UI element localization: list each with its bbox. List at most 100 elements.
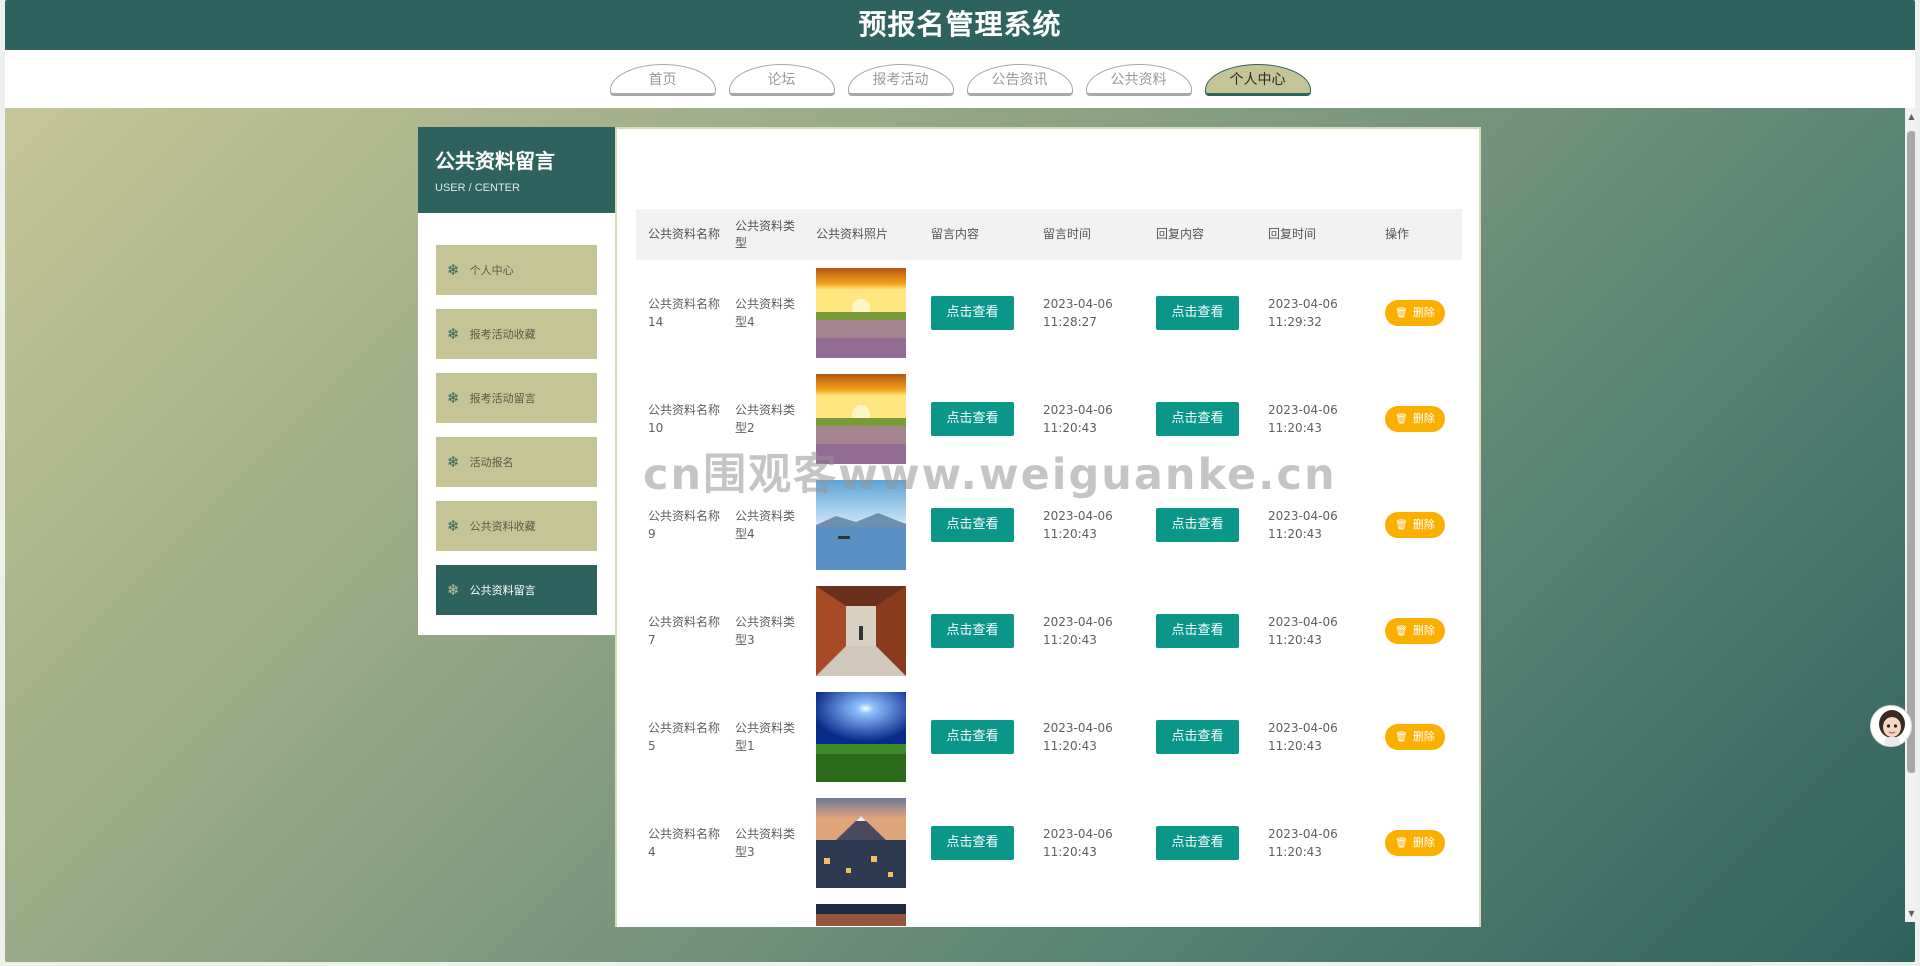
table-row: 公共资料名称14 公共资料类型4 点击查看 2023-04-06 11:28:2…: [636, 260, 1462, 366]
cell-type: 公共资料类型1: [735, 721, 796, 753]
sidebar-item-label: 公共资料收藏: [469, 520, 536, 533]
tab-personal-center[interactable]: 个人中心: [1204, 64, 1311, 96]
view-message-button[interactable]: 点击查看: [931, 826, 1014, 860]
cell-name: 公共资料名称10: [648, 403, 721, 435]
cell-reply-time: 2023-04-06 11:29:32: [1268, 297, 1338, 329]
snowflake-icon: ❄: [447, 389, 460, 407]
col-header-actions: 操作: [1385, 227, 1410, 241]
cell-reply-time: 2023-04-06 11:20:43: [1268, 403, 1338, 435]
sidebar-item-activity-messages[interactable]: ❄ 报考活动留言: [436, 373, 597, 423]
cell-type: 公共资料类型3: [735, 827, 796, 859]
delete-button[interactable]: 🗑 删除: [1385, 724, 1445, 750]
cell-type: 公共资料类型3: [735, 615, 796, 647]
snowflake-icon: ❄: [447, 261, 460, 279]
sidebar-item-label: 个人中心: [469, 264, 514, 277]
sidebar-item-material-favorites[interactable]: ❄ 公共资料收藏: [436, 501, 597, 551]
trash-icon: 🗑: [1395, 838, 1408, 849]
col-header-reply-time: 回复时间: [1268, 227, 1317, 241]
trash-icon: 🗑: [1395, 308, 1408, 319]
cell-name: 公共资料名称4: [648, 827, 721, 859]
sidebar-item-activity-registration[interactable]: ❄ 活动报名: [436, 437, 597, 487]
col-header-type: 公共资料类型: [735, 218, 796, 250]
page-title: 预报名管理系统: [858, 8, 1062, 41]
delete-button[interactable]: 🗑 删除: [1385, 300, 1445, 326]
sidebar-item-label: 公共资料留言: [469, 584, 536, 597]
view-message-button[interactable]: 点击查看: [931, 720, 1014, 754]
trash-icon: 🗑: [1395, 732, 1408, 743]
sidebar: 公共资料留言 USER / CENTER ❄ 个人中心 ❄ 报考活动收藏 ❄ 报…: [418, 127, 615, 635]
delete-button[interactable]: 🗑 删除: [1385, 618, 1445, 644]
sunset-flower-field-photo: [816, 374, 906, 464]
main-nav: 首页 论坛 报考活动 公告资讯 公共资料 个人中心: [5, 50, 1915, 108]
trash-icon: 🗑: [1395, 520, 1408, 531]
col-header-reply: 回复内容: [1156, 227, 1205, 241]
cell-name: 公共资料名称9: [648, 509, 721, 541]
view-message-button[interactable]: 点击查看: [931, 296, 1014, 330]
sidebar-title: 公共资料留言: [435, 149, 555, 173]
cell-name: 公共资料名称14: [648, 297, 721, 329]
corridor-photo: [816, 586, 906, 676]
table-row: 公共资料名称9 公共资料类型4 点击查看 2023-04-06 11:20:43…: [636, 472, 1462, 578]
sidebar-item-activity-favorites[interactable]: ❄ 报考活动收藏: [436, 309, 597, 359]
cell-message-time: 2023-04-06 11:20:43: [1043, 615, 1113, 647]
cell-message-time: 2023-04-06 11:28:27: [1043, 297, 1113, 329]
snowflake-icon: ❄: [447, 325, 460, 343]
delete-button[interactable]: 🗑 删除: [1385, 512, 1445, 538]
table-header: 公共资料名称 公共资料类型 公共资料照片 留言内容 留言时间 回复内容 回复时间…: [636, 209, 1462, 260]
col-header-message-time: 留言时间: [1043, 227, 1092, 241]
snowflake-icon: ❄: [447, 453, 460, 471]
view-reply-button[interactable]: 点击查看: [1156, 614, 1239, 648]
sidebar-item-personal-center[interactable]: ❄ 个人中心: [436, 245, 597, 295]
scroll-up-icon[interactable]: ▲: [1905, 112, 1915, 121]
cell-name: 公共资料名称5: [648, 721, 721, 753]
view-reply-button[interactable]: 点击查看: [1156, 720, 1239, 754]
cell-name: 公共资料名称7: [648, 615, 721, 647]
cell-message-time: 2023-04-06 11:20:43: [1043, 509, 1113, 541]
table-row: 公共资料名称10 公共资料类型2 点击查看 2023-04-06 11:20:4…: [636, 366, 1462, 472]
sidebar-header: 公共资料留言 USER / CENTER: [418, 127, 615, 213]
assistant-avatar[interactable]: [1870, 705, 1912, 747]
tab-public-materials[interactable]: 公共资料: [1085, 64, 1192, 96]
view-reply-button[interactable]: 点击查看: [1156, 826, 1239, 860]
col-header-name: 公共资料名称: [648, 227, 721, 241]
sunset-flower-field-photo: [816, 268, 906, 358]
scroll-down-icon[interactable]: ▼: [1905, 909, 1915, 918]
view-message-button[interactable]: 点击查看: [931, 614, 1014, 648]
view-reply-button[interactable]: 点击查看: [1156, 508, 1239, 542]
tab-home[interactable]: 首页: [609, 64, 716, 96]
tab-exam-activity[interactable]: 报考活动: [847, 64, 954, 96]
delete-button[interactable]: 🗑 删除: [1385, 830, 1445, 856]
scrollbar-thumb[interactable]: [1907, 131, 1915, 773]
tab-announcements[interactable]: 公告资讯: [966, 64, 1073, 96]
trash-icon: 🗑: [1395, 414, 1408, 425]
view-reply-button[interactable]: 点击查看: [1156, 402, 1239, 436]
main-panel: 公共资料名称 公共资料类型 公共资料照片 留言内容 留言时间 回复内容 回复时间…: [615, 127, 1481, 927]
cell-type: 公共资料类型2: [735, 403, 796, 435]
night-sky-photo: [816, 904, 906, 926]
table-row: 公共资料名称7 公共资料类型3 点击查看 2023-04-06 11:20:43…: [636, 578, 1462, 684]
avatar-icon: [1871, 706, 1911, 746]
delete-button[interactable]: 🗑 删除: [1385, 406, 1445, 432]
lake-mountains-photo: [816, 480, 906, 570]
mountain-city-photo: [816, 798, 906, 888]
cell-reply-time: 2023-04-06 11:20:43: [1268, 509, 1338, 541]
cell-reply-time: 2023-04-06 11:20:43: [1268, 827, 1338, 859]
cell-type: 公共资料类型4: [735, 297, 796, 329]
snowflake-icon: ❄: [447, 517, 460, 535]
sidebar-menu: ❄ 个人中心 ❄ 报考活动收藏 ❄ 报考活动留言 ❄ 活动报名 ❄ 公共资料收藏…: [418, 213, 615, 615]
tab-forum[interactable]: 论坛: [728, 64, 835, 96]
cell-message-time: 2023-04-06 11:20:43: [1043, 721, 1113, 753]
scrollbar[interactable]: ▲ ▼: [1905, 108, 1915, 922]
header-bar: 预报名管理系统: [5, 0, 1915, 50]
app-window: 预报名管理系统 首页 论坛 报考活动 公告资讯 公共资料 个人中心 公共资料留言…: [5, 0, 1915, 962]
sidebar-item-material-messages[interactable]: ❄ 公共资料留言: [436, 565, 597, 615]
view-message-button[interactable]: 点击查看: [931, 508, 1014, 542]
col-header-message: 留言内容: [931, 227, 980, 241]
view-message-button[interactable]: 点击查看: [931, 402, 1014, 436]
messages-table: 公共资料名称 公共资料类型 公共资料照片 留言内容 留言时间 回复内容 回复时间…: [636, 209, 1462, 926]
view-reply-button[interactable]: 点击查看: [1156, 296, 1239, 330]
cell-reply-time: 2023-04-06 11:20:43: [1268, 615, 1338, 647]
table-row: 公共资料名称4 公共资料类型3 点击查看 2023-04-06 11:20:43…: [636, 790, 1462, 896]
table-row: [636, 896, 1462, 926]
cell-message-time: 2023-04-06 11:20:43: [1043, 827, 1113, 859]
